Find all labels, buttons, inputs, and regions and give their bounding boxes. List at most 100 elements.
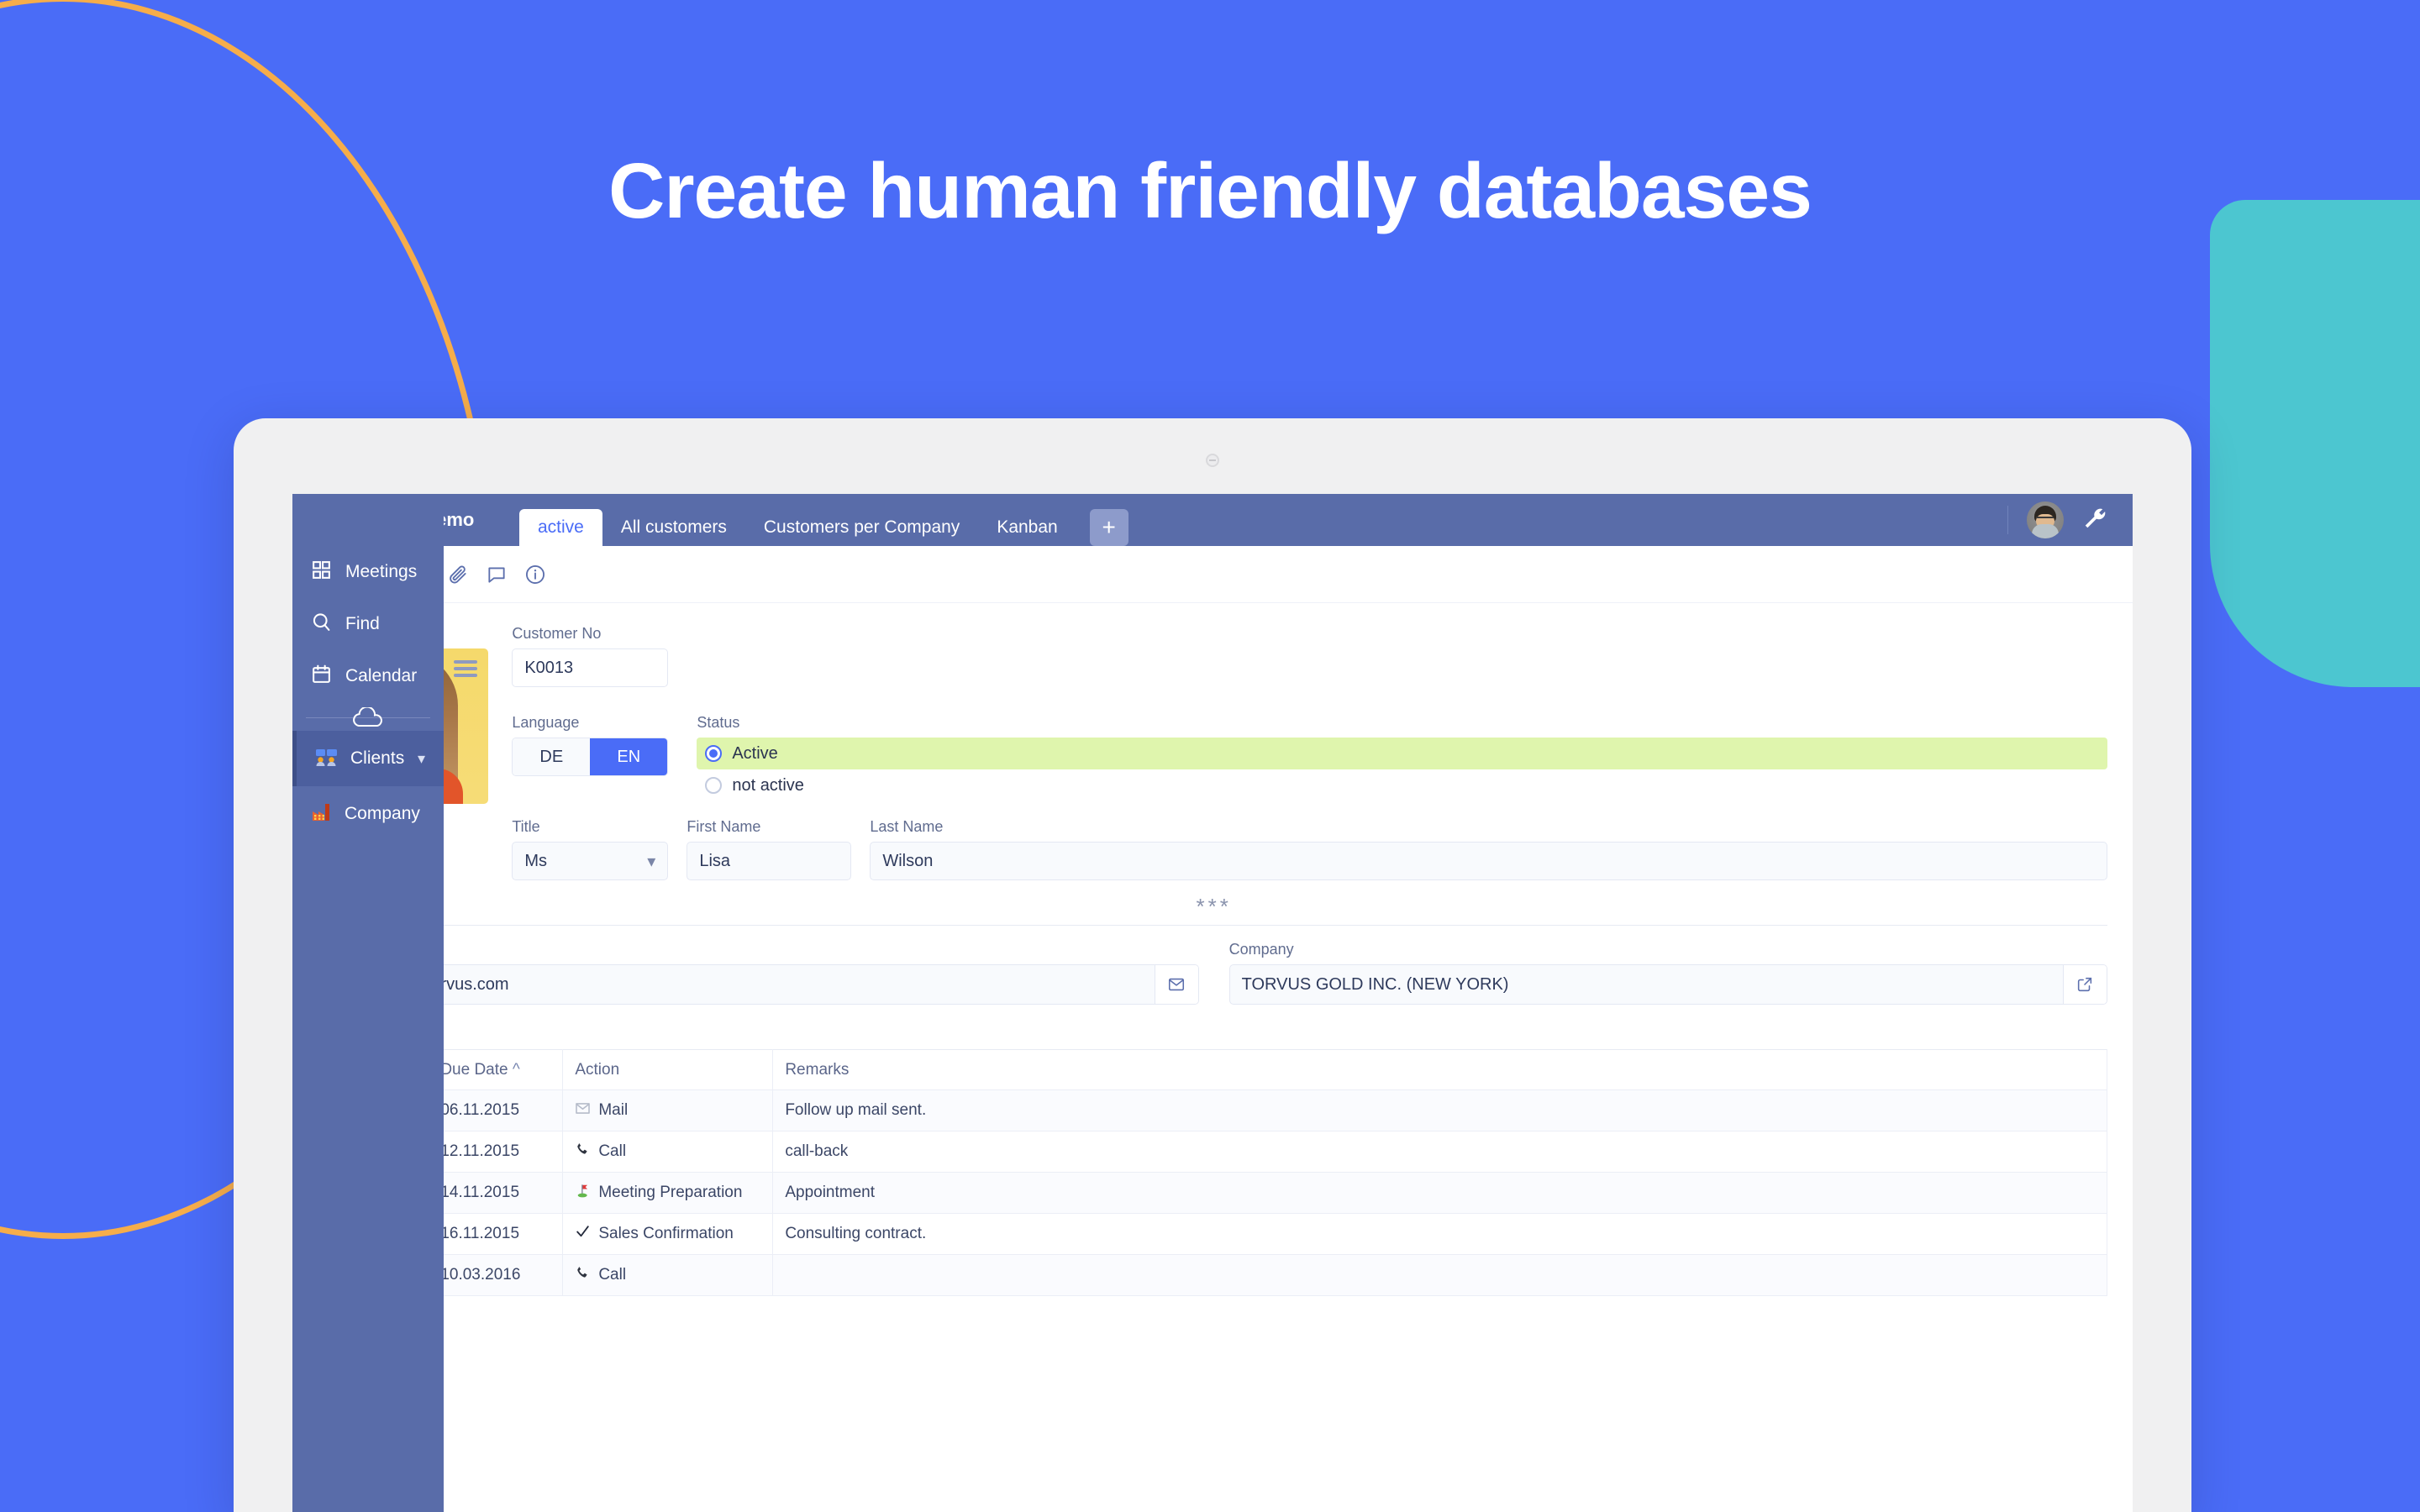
language-option-de[interactable]: DE xyxy=(513,738,591,775)
status-option-active[interactable]: Active xyxy=(697,738,2107,769)
title-label: Title xyxy=(512,818,540,835)
company-input[interactable]: TORVUS GOLD INC. (NEW YORK) xyxy=(1230,965,2063,1004)
detail-body: Image xyxy=(295,603,2133,1512)
title-value: Ms xyxy=(524,851,547,870)
open-link-icon[interactable] xyxy=(2062,965,2107,1004)
title-field: Title Ms ▾ xyxy=(512,818,669,880)
company-input-group[interactable]: TORVUS GOLD INC. (NEW YORK) xyxy=(1228,964,2107,1005)
info-icon[interactable] xyxy=(524,564,546,585)
phone-icon xyxy=(575,1265,591,1286)
tablet-camera xyxy=(1206,454,1219,467)
search-icon xyxy=(311,612,332,637)
detail-header: Clients xyxy=(295,546,2133,603)
title-select[interactable]: Ms ▾ xyxy=(512,842,669,880)
sidebar-item-meetings-label: Meetings xyxy=(345,562,418,581)
record-detail-pane: Clients Image xyxy=(295,546,2133,1512)
create-record-button[interactable]: + Create record xyxy=(320,1311,2107,1333)
topbar-right-group xyxy=(2007,494,2133,546)
sidebar-item-clients-label: Clients xyxy=(350,748,405,768)
detail-fields-column: Customer No K0013 Language DE EN Status … xyxy=(512,625,2107,880)
mail-icon[interactable] xyxy=(1154,965,1198,1004)
last-name-input[interactable]: Wilson xyxy=(870,842,2107,880)
first-name-input[interactable]: Lisa xyxy=(687,842,852,880)
todo-row[interactable]: ✓Done12.11.2015Callcall-back xyxy=(320,1131,2107,1173)
comment-icon[interactable] xyxy=(486,564,508,585)
status-option-not-active[interactable]: not active xyxy=(697,769,2107,801)
app-topbar: Ninox Demo active All customers Customer… xyxy=(292,494,2133,546)
tab-all-customers[interactable]: All customers xyxy=(602,509,745,546)
todo-cell-remarks[interactable]: Appointment xyxy=(772,1172,2107,1214)
todo-table: Status Due Date ^ Action Remarks ✓Done06… xyxy=(320,1049,2107,1296)
sidebar-item-meetings[interactable]: Meetings xyxy=(311,546,444,598)
customer-no-field: Customer No K0013 xyxy=(512,625,2107,687)
calendar-icon xyxy=(311,664,332,689)
sidebar-divider xyxy=(292,702,444,731)
avatar[interactable] xyxy=(2027,501,2064,538)
todo-cell-remarks[interactable]: Follow up mail sent. xyxy=(772,1089,2107,1131)
add-tab-button[interactable]: + xyxy=(1089,509,1128,546)
status-field: Status Active not active xyxy=(697,714,2107,801)
grid-icon xyxy=(311,559,332,585)
sidebar-item-company-label: Company xyxy=(345,804,420,823)
chevron-down-icon: ▾ xyxy=(647,852,656,871)
todo-row[interactable]: ✓Done06.11.2015MailFollow up mail sent. xyxy=(320,1089,2107,1131)
todo-cell-action[interactable]: Sales Confirmation xyxy=(562,1213,774,1255)
paperclip-icon[interactable] xyxy=(447,564,469,585)
todo-cell-due-date[interactable]: 14.11.2015 xyxy=(428,1172,564,1214)
todo-label: To Do xyxy=(320,1025,2107,1042)
language-segmented-control[interactable]: DE EN xyxy=(512,738,669,776)
clients-icon xyxy=(315,747,339,771)
tab-active[interactable]: active xyxy=(519,509,602,546)
todo-row[interactable]: ➚Project16.11.2015Sales ConfirmationCons… xyxy=(320,1213,2107,1255)
todo-cell-action[interactable]: Meeting Preparation xyxy=(562,1172,774,1214)
language-label: Language xyxy=(512,714,580,731)
todo-column-action[interactable]: Action xyxy=(562,1049,774,1090)
todo-cell-action[interactable]: Call xyxy=(562,1131,774,1173)
tablet-device-frame: Ninox Demo active All customers Customer… xyxy=(234,418,2191,1512)
hamburger-icon[interactable] xyxy=(454,660,478,677)
email-input[interactable]: lisa.wilson@torvus.com xyxy=(321,965,1154,1004)
email-input-group[interactable]: lisa.wilson@torvus.com xyxy=(320,964,1199,1005)
email-company-row: Email lisa.wilson@torvus.com Company xyxy=(320,941,2107,1005)
tab-customers-per-company[interactable]: Customers per Company xyxy=(745,509,978,546)
sort-asc-icon: ^ xyxy=(512,1060,520,1079)
company-label: Company xyxy=(1228,941,1294,958)
company-field: Company TORVUS GOLD INC. (NEW YORK) xyxy=(1228,941,2107,1005)
language-status-row: Language DE EN Status Active not active xyxy=(512,714,2107,801)
email-field: Email lisa.wilson@torvus.com xyxy=(320,941,1199,1005)
todo-cell-action[interactable]: Mail xyxy=(562,1089,774,1131)
language-option-en[interactable]: EN xyxy=(590,738,668,775)
todo-cell-remarks[interactable]: Consulting contract. xyxy=(772,1213,2107,1255)
todo-cell-remarks[interactable]: call-back xyxy=(772,1131,2107,1173)
todo-cell-due-date[interactable]: 12.11.2015 xyxy=(428,1131,564,1173)
mail-icon xyxy=(575,1100,591,1121)
todo-cell-due-date[interactable]: 16.11.2015 xyxy=(428,1213,564,1255)
sidebar-item-find[interactable]: Find xyxy=(311,598,444,650)
chevron-down-icon[interactable]: ▾ xyxy=(418,750,425,768)
todo-column-remarks[interactable]: Remarks xyxy=(772,1049,2107,1090)
customer-no-input[interactable]: K0013 xyxy=(512,648,669,687)
last-name-label: Last Name xyxy=(870,818,944,835)
status-option-not-active-label: not active xyxy=(732,775,804,795)
tab-kanban[interactable]: Kanban xyxy=(978,509,1076,546)
radio-unselected-icon xyxy=(705,777,723,794)
todo-row[interactable]: Open10.03.2016Call xyxy=(320,1254,2107,1296)
sidebar-item-find-label: Find xyxy=(345,614,380,633)
todo-row[interactable]: Open14.11.2015Meeting PreparationAppoint… xyxy=(320,1172,2107,1214)
sidebar-item-calendar[interactable]: Calendar xyxy=(311,650,444,702)
todo-cell-due-date[interactable]: 06.11.2015 xyxy=(428,1089,564,1131)
todo-column-due-date[interactable]: Due Date ^ xyxy=(428,1049,564,1090)
cloud-icon xyxy=(350,706,387,733)
wrench-icon[interactable] xyxy=(2082,506,2107,535)
decorative-teal-shape xyxy=(2210,200,2420,687)
email-label: Email xyxy=(320,941,1198,958)
sidebar-item-clients[interactable]: Clients ▾ xyxy=(292,731,444,786)
last-name-field: Last Name Wilson xyxy=(870,818,2107,880)
topbar-divider xyxy=(2007,506,2008,534)
first-name-label: First Name xyxy=(687,818,761,835)
check-icon xyxy=(575,1224,591,1245)
todo-cell-action[interactable]: Call xyxy=(562,1254,774,1296)
todo-cell-due-date[interactable]: 10.03.2016 xyxy=(428,1254,564,1296)
sidebar-item-company[interactable]: Company xyxy=(292,786,444,842)
todo-cell-remarks[interactable] xyxy=(772,1254,2107,1296)
